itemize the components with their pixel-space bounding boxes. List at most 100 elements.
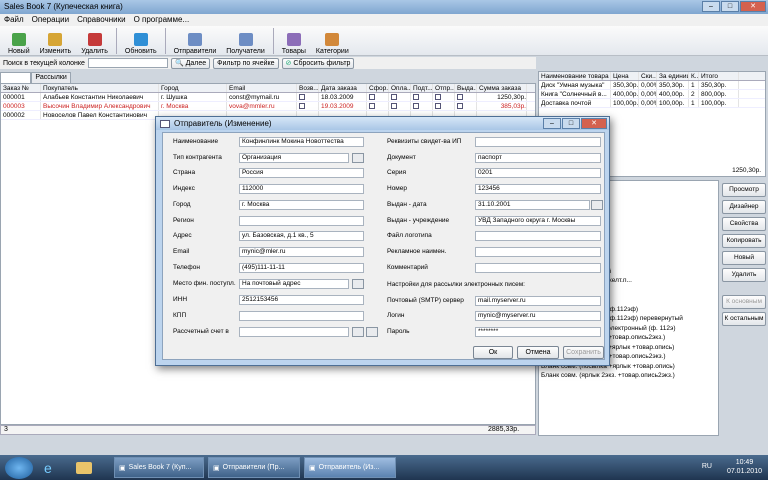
column-header[interactable]: Сфор... (367, 84, 389, 92)
comment-field[interactable] (475, 263, 601, 273)
kpp-field[interactable] (239, 311, 364, 321)
column-header[interactable]: Покупатель (41, 84, 159, 92)
table-row[interactable]: Доставка почтой100,00р.0,00%100,00р.1100… (539, 99, 765, 108)
column-header[interactable]: Сумма заказа (477, 84, 527, 92)
logo-file-field[interactable] (475, 231, 601, 241)
bank-account-browse-button[interactable] (352, 327, 364, 337)
column-header[interactable]: Возв... (297, 84, 319, 92)
toolbar-edit-button[interactable]: Изменить (36, 27, 76, 55)
column-header[interactable]: Итого (699, 72, 739, 80)
number-field[interactable]: 123456 (475, 184, 601, 194)
toolbar-delete-button[interactable]: Удалить (77, 27, 112, 55)
bank-account-field[interactable] (239, 327, 349, 337)
table-row[interactable]: 000003 Высочин Владимир Александрович г. М… (1, 102, 535, 111)
phone-field[interactable]: (495)111-11-11 (239, 263, 364, 273)
taskbar-item-main[interactable]: ▣ Sales Book 7 (Куп... (114, 457, 204, 478)
reset-filter-button[interactable]: ⊘ Сбросить фильтр (281, 57, 355, 69)
minimize-button[interactable]: – (702, 1, 720, 12)
column-header[interactable]: Город (159, 84, 227, 92)
language-indicator[interactable]: RU (702, 463, 712, 470)
quicklaunch-folder-icon[interactable] (72, 457, 100, 478)
designer-button[interactable]: Дизайнер (722, 200, 766, 214)
date-picker-button[interactable] (591, 200, 603, 210)
city-field[interactable]: г. Москва (239, 200, 364, 210)
new-button[interactable]: Новый (722, 251, 766, 265)
password-field[interactable]: ******** (475, 327, 601, 337)
column-header[interactable]: Опла... (389, 84, 411, 92)
dialog-maximize-button[interactable]: □ (562, 118, 580, 129)
checkbox-cell[interactable] (367, 93, 389, 101)
column-header[interactable]: К... (689, 72, 699, 80)
menu-about[interactable]: О программе... (134, 15, 190, 25)
toolbar-senders-button[interactable]: Отправители (170, 27, 221, 55)
menu-file[interactable]: Файл (4, 15, 24, 25)
search-next-button[interactable]: 🔍 Далее (170, 57, 211, 69)
checkbox-cell[interactable] (411, 93, 433, 101)
column-header[interactable]: Заказ № (1, 84, 41, 92)
checkbox-cell[interactable] (433, 93, 455, 101)
column-header[interactable]: Выда... (455, 84, 477, 92)
table-row[interactable]: Книга "Солнечный в...400,00р.0,00%400,00… (539, 90, 765, 99)
counterparty-type-field[interactable]: Организация (239, 153, 349, 163)
cancel-button[interactable]: Отмена (517, 346, 559, 359)
column-header[interactable]: Отпр... (433, 84, 455, 92)
column-header[interactable]: Ски... (639, 72, 657, 80)
checkbox-cell[interactable] (367, 102, 389, 110)
email-field[interactable]: mynic@mler.ru (239, 247, 364, 257)
table-row[interactable]: 000001 Алабьев Константин Николаевич г. Шу… (1, 93, 535, 102)
list-item[interactable]: Бланк совм. (ярлык 2экз. +товар.опись2эк… (539, 371, 718, 381)
address-field[interactable]: ул. Базовская, д.1 кв., 5 (239, 231, 364, 241)
maximize-button[interactable]: □ (721, 1, 739, 12)
table-row[interactable]: Диск "Умная музыка"350,30р.0,00%350,30р.… (539, 81, 765, 90)
checkbox-cell[interactable] (389, 93, 411, 101)
filter-cell-button[interactable]: Фильтр по ячейке (213, 57, 279, 69)
ad-name-field[interactable] (475, 247, 601, 257)
taskbar-item-senders[interactable]: ▣ Отправители (Пр... (208, 457, 300, 478)
menu-operations[interactable]: Операции (32, 15, 69, 25)
smtp-server-field[interactable]: mail.myserver.ru (475, 296, 601, 306)
column-header[interactable]: Дата заказа (319, 84, 367, 92)
checkbox-cell[interactable] (455, 93, 477, 101)
inn-field[interactable]: 2512153456 (239, 295, 364, 305)
toolbar-categories-button[interactable]: Категории (312, 27, 353, 55)
column-header[interactable]: Email (227, 84, 297, 92)
issue-date-field[interactable]: 31.10.2001 (475, 200, 590, 210)
column-header[interactable]: За единицу (657, 72, 689, 80)
bank-account-clear-button[interactable] (366, 327, 378, 337)
delete-button[interactable]: Удалить (722, 268, 766, 282)
checkbox-cell[interactable] (389, 102, 411, 110)
checkbox-cell[interactable] (297, 93, 319, 101)
clock[interactable]: 10:49 07.01.2010 (727, 458, 762, 476)
payment-place-browse-button[interactable] (352, 279, 364, 289)
country-field[interactable]: Россия (239, 168, 364, 178)
taskbar-item-sender[interactable]: ▣ Отправитель (Из... (304, 457, 396, 478)
start-button[interactable] (5, 456, 33, 479)
dialog-close-button[interactable]: ✕ (581, 118, 607, 129)
menu-references[interactable]: Справочники (77, 15, 125, 25)
payment-place-field[interactable]: На почтовый адрес (239, 279, 349, 289)
counterparty-type-browse-button[interactable] (352, 153, 364, 163)
quicklaunch-ie-icon[interactable]: e (40, 457, 68, 478)
preview-button[interactable]: Просмотр (722, 183, 766, 197)
save-button[interactable]: Сохранить (563, 346, 604, 359)
document-field[interactable]: паспорт (475, 153, 601, 163)
ok-button[interactable]: Ок (473, 346, 513, 359)
column-header[interactable]: Цена (611, 72, 639, 80)
column-header[interactable]: Наименование товара (539, 72, 611, 80)
region-field[interactable] (239, 216, 364, 226)
toolbar-goods-button[interactable]: Товары (278, 27, 310, 55)
ip-certificate-field[interactable] (475, 137, 601, 147)
dialog-minimize-button[interactable]: – (543, 118, 561, 129)
checkbox-cell[interactable] (297, 102, 319, 110)
checkbox-cell[interactable] (411, 102, 433, 110)
tab-mailings[interactable]: Рассылки (31, 72, 71, 83)
name-field[interactable]: Конфинлинк Мокина Новоттества (239, 137, 364, 147)
copy-button[interactable]: Копировать (722, 234, 766, 248)
column-header[interactable]: Подт... (411, 84, 433, 92)
login-field[interactable]: mynic@myserver.ru (475, 311, 601, 321)
to-other-button[interactable]: К остальным (722, 312, 766, 326)
checkbox-cell[interactable] (455, 102, 477, 110)
toolbar-new-button[interactable]: Новый (4, 27, 34, 55)
toolbar-refresh-button[interactable]: Обновить (121, 27, 161, 55)
zip-field[interactable]: 112000 (239, 184, 364, 194)
